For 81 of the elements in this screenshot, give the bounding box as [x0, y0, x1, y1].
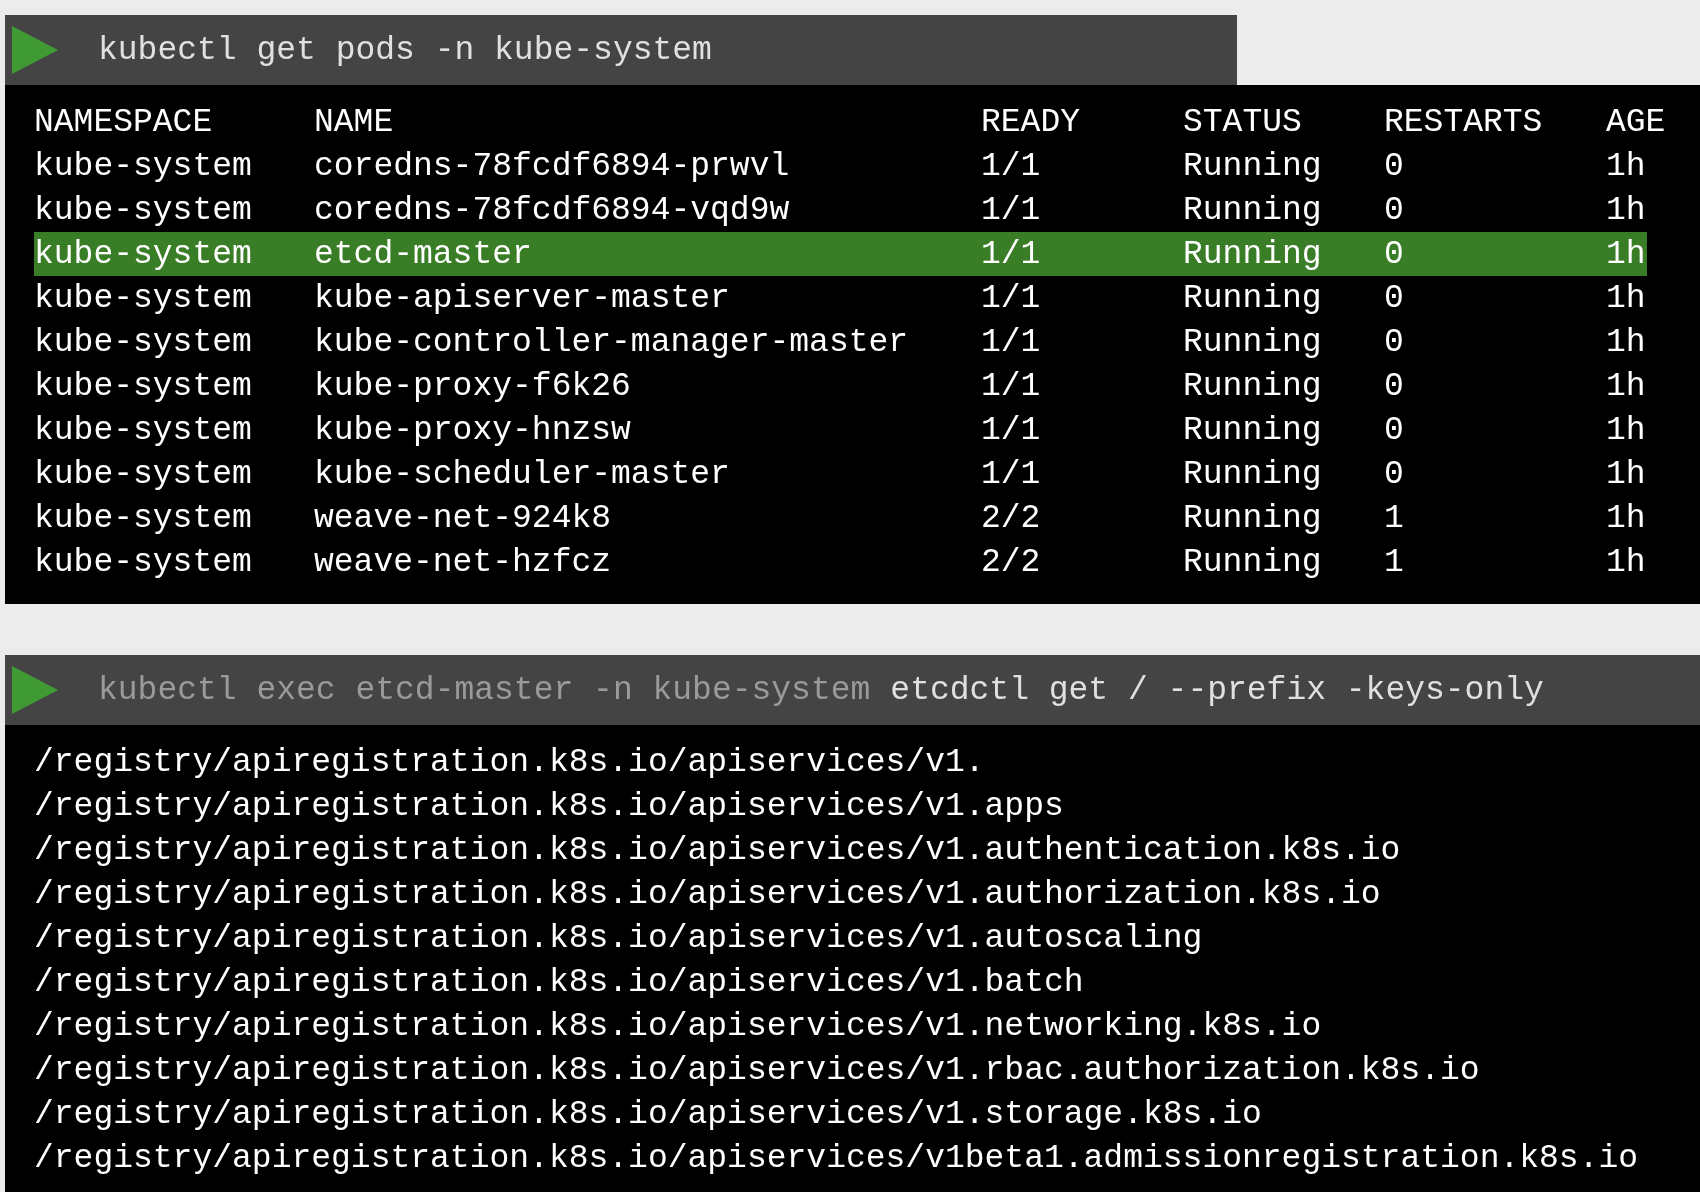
- table-cell-text: 1/1: [981, 455, 1042, 493]
- table-cell-text: kube-system: [34, 367, 253, 405]
- table-cell-text: 2/2: [981, 543, 1042, 581]
- output-line: /registry/apiregistration.k8s.io/apiservices/v1beta1.admissionregistration.k8s.io: [34, 1139, 1640, 1179]
- table-cell-text: 1/1: [981, 323, 1042, 361]
- table-cell-text: 1/1: [981, 147, 1042, 185]
- output-line: /registry/apiregistration.k8s.io/apiservices/v1.authentication.k8s.io: [34, 831, 1402, 871]
- table-cell-text: kube-scheduler-master: [314, 455, 731, 493]
- table-cell-text: Running: [1183, 455, 1323, 493]
- table-cell-text: Running: [1183, 411, 1323, 449]
- table-cell-text: coredns-78fcdf6894-prwvl: [314, 147, 791, 185]
- table-cell: 1h: [1606, 279, 1647, 317]
- table-cell-text: kube-system: [34, 147, 253, 185]
- table-cell-text: 1: [1384, 499, 1405, 537]
- table-cell-text: weave-net-hzfcz: [314, 543, 613, 581]
- table-cell-text: 1/1: [981, 411, 1042, 449]
- table-cell-text: coredns-78fcdf6894-vqd9w: [314, 191, 791, 229]
- table-cell-text: Running: [1183, 499, 1323, 537]
- table-cell-text: 2/2: [981, 499, 1042, 537]
- table-cell-text: kube-system: [34, 543, 253, 581]
- table-cell-text: Running: [1183, 191, 1323, 229]
- table-cell: 1h: [1606, 147, 1647, 185]
- output-line: /registry/apiregistration.k8s.io/apiservices/v1.networking.k8s.io: [34, 1007, 1323, 1047]
- table-cell-text: kube-system: [34, 323, 253, 361]
- output-line: /registry/apiregistration.k8s.io/apiservices/v1.: [34, 743, 986, 783]
- output-line: /registry/apiregistration.k8s.io/apiservices/v1.batch: [34, 963, 1085, 1003]
- table-cell-text: kube-proxy-f6k26: [314, 367, 632, 405]
- column-header: NAME: [314, 103, 395, 141]
- play-icon: [12, 25, 58, 75]
- column-header: RESTARTS: [1384, 103, 1544, 141]
- table-cell-text: 0: [1384, 367, 1405, 405]
- output-line: /registry/apiregistration.k8s.io/apiservices/v1.apps: [34, 787, 1065, 827]
- table-cell-text: 0: [1384, 279, 1405, 317]
- table-cell-text: 1/1: [981, 191, 1042, 229]
- table-cell-text: 0: [1384, 323, 1405, 361]
- table-cell-text: kube-system: [34, 279, 253, 317]
- column-header: NAMESPACE: [34, 103, 214, 141]
- command-text: kubectl exec etcd-master -n kube-system: [98, 671, 871, 709]
- table-cell: 1h: [1606, 235, 1647, 273]
- table-cell-text: Running: [1183, 323, 1323, 361]
- column-header: AGE: [1606, 103, 1666, 141]
- table-cell: 1h: [1606, 411, 1647, 449]
- table-cell: 1h: [1606, 543, 1647, 581]
- table-cell: 1h: [1606, 323, 1647, 361]
- table-cell-text: etcd-master: [314, 235, 533, 273]
- table-cell: 1h: [1606, 455, 1647, 493]
- table-cell-text: 1/1: [981, 279, 1042, 317]
- table-cell-text: kube-system: [34, 191, 253, 229]
- table-cell-text: 0: [1384, 455, 1405, 493]
- table-cell-text: kube-controller-manager-master: [314, 323, 910, 361]
- table-cell-text: Running: [1183, 235, 1323, 273]
- table-cell-text: kube-system: [34, 455, 253, 493]
- table-cell: 1h: [1606, 367, 1647, 405]
- table-cell-text: Running: [1183, 147, 1323, 185]
- output-line: /registry/apiregistration.k8s.io/apiservices/v1.authorization.k8s.io: [34, 875, 1382, 915]
- command-text: kubectl get pods -n kube-system: [98, 31, 712, 69]
- table-cell-text: Running: [1183, 543, 1323, 581]
- column-header: STATUS: [1183, 103, 1303, 141]
- play-icon: [12, 665, 58, 715]
- table-cell-text: kube-system: [34, 235, 253, 273]
- table-cell-text: 1/1: [981, 235, 1042, 273]
- table-cell-text: kube-system: [34, 499, 253, 537]
- table-cell-text: kube-proxy-hnzsw: [314, 411, 632, 449]
- table-cell-text: Running: [1183, 367, 1323, 405]
- table-cell-text: Running: [1183, 279, 1323, 317]
- table-cell-text: 0: [1384, 191, 1405, 229]
- table-cell: 1h: [1606, 499, 1647, 537]
- table-cell-text: kube-system: [34, 411, 253, 449]
- table-cell-text: 0: [1384, 411, 1405, 449]
- table-cell-text: 1: [1384, 543, 1405, 581]
- table-cell-text: weave-net-924k8: [314, 499, 613, 537]
- table-cell-text: 0: [1384, 235, 1405, 273]
- table-cell-text: kube-apiserver-master: [314, 279, 731, 317]
- output-line: /registry/apiregistration.k8s.io/apiservices/v1.rbac.authorization.k8s.io: [34, 1051, 1481, 1091]
- output-line: /registry/apiregistration.k8s.io/apiservices/v1.storage.k8s.io: [34, 1095, 1263, 1135]
- table-cell-text: 0: [1384, 147, 1405, 185]
- table-cell-text: 1/1: [981, 367, 1042, 405]
- output-line: /registry/apiregistration.k8s.io/apiservices/v1.autoscaling: [34, 919, 1204, 959]
- table-cell: 1h: [1606, 191, 1647, 229]
- command-text: etcdctl get / --prefix -keys-only: [890, 671, 1544, 709]
- column-header: READY: [981, 103, 1082, 141]
